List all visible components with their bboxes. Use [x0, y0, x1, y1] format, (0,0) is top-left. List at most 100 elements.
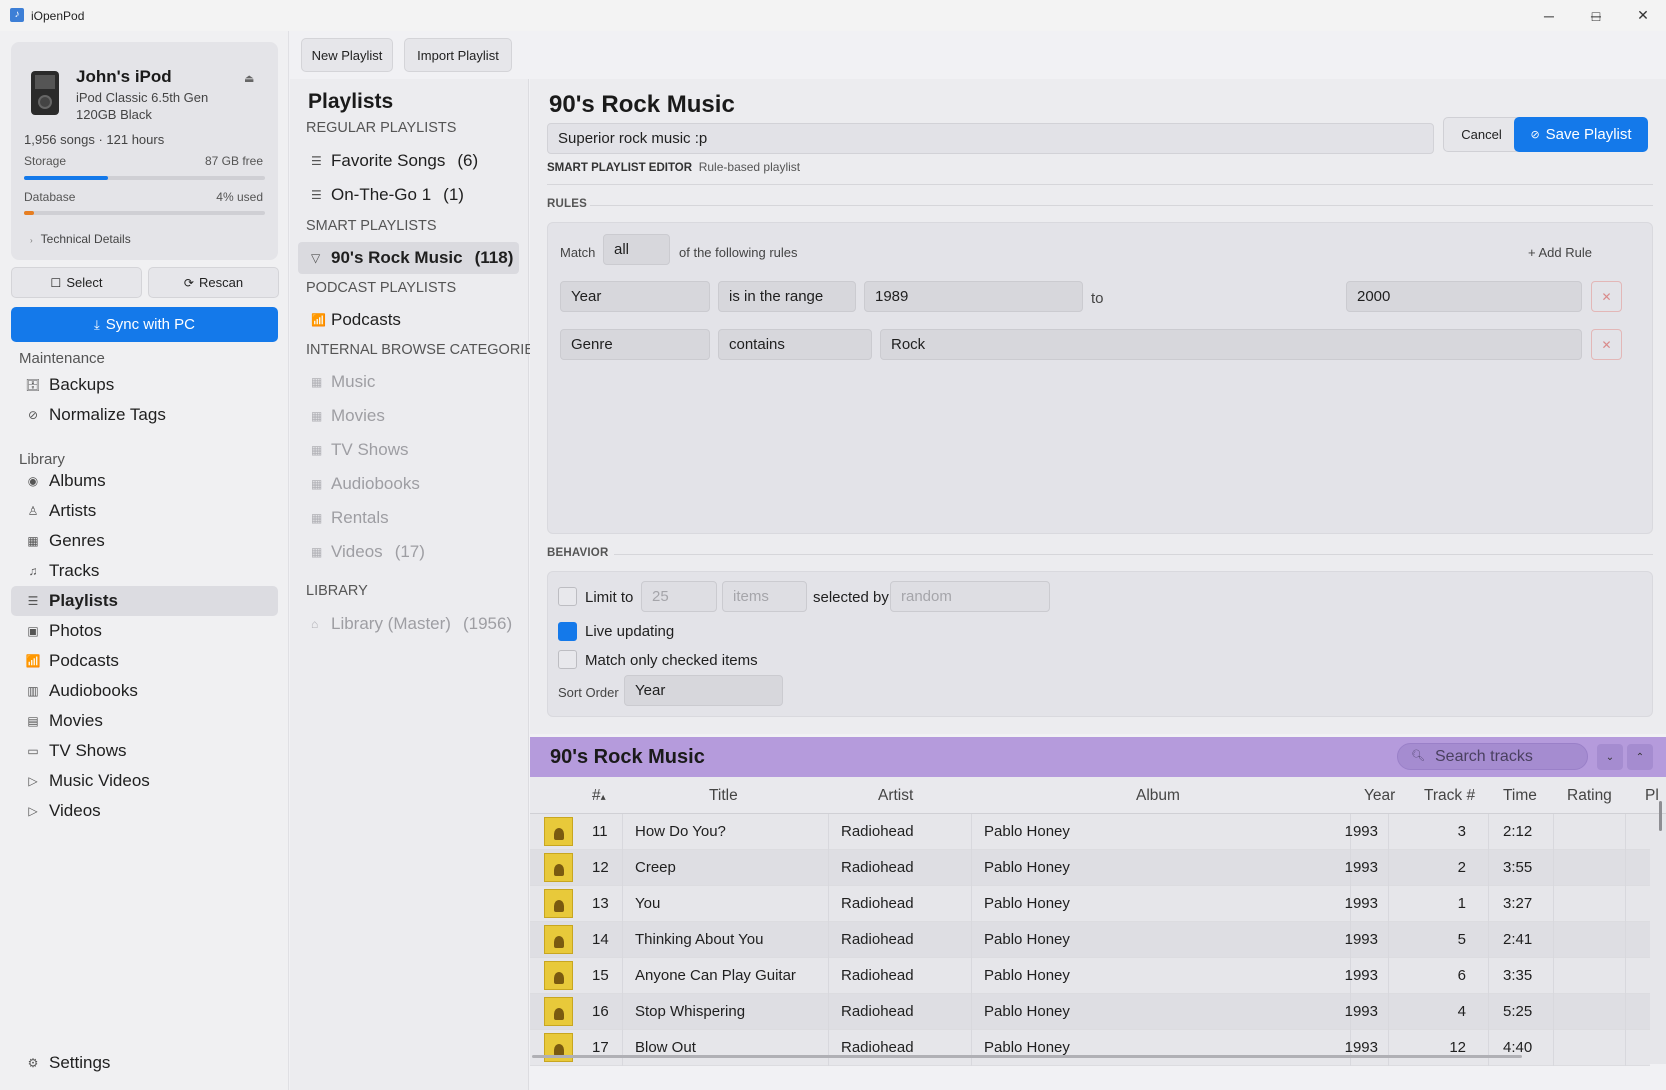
cell-title: Stop Whispering	[635, 1003, 746, 1020]
cell-num: 16	[592, 1003, 609, 1020]
playlist-item-rentals[interactable]: ▦ Rentals	[298, 502, 519, 534]
sort-order-select[interactable]: Year	[624, 675, 783, 706]
chevron-up-icon[interactable]: ⌃	[1627, 744, 1653, 770]
sync-button[interactable]: ⤓ Sync with PC	[11, 307, 278, 342]
sidebar-item-movies[interactable]: ▤ Movies	[11, 706, 278, 736]
description-input[interactable]: Superior rock music :p	[547, 123, 1434, 154]
sidebar-item-label: Audiobooks	[49, 681, 138, 700]
grid-icon: ▦	[311, 477, 323, 491]
col-album[interactable]: Album	[1136, 787, 1180, 805]
import-playlist-button[interactable]: Import Playlist	[404, 38, 512, 72]
sidebar-item-tv-shows[interactable]: ▭ TV Shows	[11, 736, 278, 766]
podcast-icon: 📶	[311, 313, 326, 327]
table-row[interactable]: 17 Blow Out Radiohead Pablo Honey 1993 12 4:40	[530, 1030, 1650, 1066]
cell-time: 4:40	[1503, 1039, 1533, 1056]
sidebar-item-music-videos[interactable]: ▷ Music Videos	[11, 766, 278, 796]
technical-details-toggle[interactable]: › Technical Details	[30, 232, 131, 246]
limit-unit-select[interactable]: items	[722, 581, 807, 612]
cell-time: 3:35	[1503, 967, 1533, 984]
rule-value2-input[interactable]: 2000	[1346, 281, 1582, 312]
remove-rule-button[interactable]: ✕	[1591, 281, 1622, 312]
remove-rule-button[interactable]: ✕	[1591, 329, 1622, 360]
add-rule-button[interactable]: + Add Rule	[1528, 245, 1592, 260]
new-playlist-button[interactable]: New Playlist	[301, 38, 393, 72]
col-year[interactable]: Year	[1364, 787, 1395, 805]
playlist-item-favorite-songs[interactable]: ☰ Favorite Songs (6)	[298, 145, 519, 177]
sidebar-item-albums[interactable]: ◉ Albums	[11, 466, 278, 496]
sidebar-item-tracks[interactable]: ♫ Tracks	[11, 556, 278, 586]
select-button[interactable]: ☐ Select	[11, 267, 142, 298]
nav-item-normalize-tags[interactable]: ⊘ Normalize Tags	[11, 400, 278, 430]
save-playlist-button[interactable]: ⊘ Save Playlist	[1514, 117, 1648, 152]
sidebar-item-podcasts[interactable]: 📶 Podcasts	[11, 646, 278, 676]
regular-playlists-heading: REGULAR PLAYLISTS	[306, 120, 457, 136]
playlist-item-movies[interactable]: ▦ Movies	[298, 400, 519, 432]
live-updating-checkbox[interactable]	[558, 622, 577, 641]
playlist-item-on-the-go-1[interactable]: ☰ On-The-Go 1 (1)	[298, 179, 519, 211]
checked-only-checkbox[interactable]	[558, 650, 577, 669]
table-row[interactable]: 14 Thinking About You Radiohead Pablo Honey…	[530, 922, 1650, 958]
cell-artist: Radiohead	[841, 1003, 914, 1020]
table-row[interactable]: 15 Anyone Can Play Guitar Radiohead Pablo H…	[530, 958, 1650, 994]
nav-item-backups[interactable]: 🗄 Backups	[11, 370, 278, 400]
playlist-label: Videos	[331, 542, 383, 561]
limit-checkbox[interactable]	[558, 587, 577, 606]
playlist-item-90-s-rock-music[interactable]: ▽ 90's Rock Music (118)	[298, 242, 519, 274]
rule-value-input[interactable]: 1989	[864, 281, 1083, 312]
playlist-item-music[interactable]: ▦ Music	[298, 366, 519, 398]
maximize-button[interactable]: □	[1573, 0, 1619, 31]
search-input[interactable]: 🔍︎ Search tracks	[1397, 743, 1588, 770]
album-art-thumbnail	[544, 853, 573, 882]
cell-year: 1993	[1344, 1003, 1378, 1020]
vertical-scrollbar[interactable]	[1659, 801, 1662, 831]
cancel-button[interactable]: Cancel	[1443, 117, 1520, 152]
eject-icon[interactable]: ⏏	[244, 72, 254, 85]
limit-count-input[interactable]: 25	[641, 581, 717, 612]
rescan-button[interactable]: ⟳ Rescan	[148, 267, 279, 298]
col-num[interactable]: #▴	[592, 787, 606, 805]
chevron-down-icon[interactable]: ⌄	[1597, 744, 1623, 770]
col-rating[interactable]: Rating	[1567, 787, 1612, 805]
select-label: Select	[66, 275, 103, 290]
playlist-item-library-master-[interactable]: ⌂ Library (Master) (1956)	[298, 608, 519, 640]
selected-by-select[interactable]: random	[890, 581, 1050, 612]
sidebar-item-playlists[interactable]: ☰ Playlists	[11, 586, 278, 616]
cell-time: 3:55	[1503, 859, 1533, 876]
cell-track: 6	[1457, 967, 1466, 984]
playlist-item-audiobooks[interactable]: ▦ Audiobooks	[298, 468, 519, 500]
cell-album: Pablo Honey	[984, 895, 1070, 912]
rule-value-input[interactable]: Rock	[880, 329, 1582, 360]
device-name: John's iPod	[76, 67, 172, 86]
playlist-label: Audiobooks	[331, 474, 420, 493]
rule-operator-select[interactable]: contains	[718, 329, 872, 360]
match-select[interactable]: all	[603, 234, 670, 265]
table-row[interactable]: 16 Stop Whispering Radiohead Pablo Honey 199…	[530, 994, 1650, 1030]
sidebar-item-artists[interactable]: ♙ Artists	[11, 496, 278, 526]
sidebar-item-photos[interactable]: ▣ Photos	[11, 616, 278, 646]
sidebar-item-audiobooks[interactable]: ▥ Audiobooks	[11, 676, 278, 706]
sidebar-item-genres[interactable]: ▦ Genres	[11, 526, 278, 556]
horizontal-scrollbar[interactable]	[532, 1055, 1522, 1058]
col-title[interactable]: Title	[709, 787, 738, 805]
playlist-item-videos[interactable]: ▦ Videos (17)	[298, 536, 519, 568]
table-row[interactable]: 11 How Do You? Radiohead Pablo Honey 1993 3 2:…	[530, 814, 1650, 850]
playlist-item-tv-shows[interactable]: ▦ TV Shows	[298, 434, 519, 466]
table-row[interactable]: 13 You Radiohead Pablo Honey 1993 1 3:27	[530, 886, 1650, 922]
cell-num: 12	[592, 859, 609, 876]
col-track-number[interactable]: Track #	[1424, 787, 1475, 805]
playlist-item-podcasts[interactable]: 📶 Podcasts	[298, 304, 519, 336]
col-artist[interactable]: Artist	[878, 787, 913, 805]
table-row[interactable]: 12 Creep Radiohead Pablo Honey 1993 2 3:55	[530, 850, 1650, 886]
library-section-heading: LIBRARY	[306, 583, 368, 599]
storage-bar	[24, 176, 265, 180]
rule-field-select[interactable]: Genre	[560, 329, 710, 360]
close-button[interactable]: ✕	[1620, 0, 1666, 31]
settings-button[interactable]: ⚙ Settings	[11, 1048, 278, 1078]
minimize-button-icon[interactable]: ─	[1526, 0, 1572, 31]
col-plays[interactable]: Pl	[1645, 787, 1659, 805]
col-time[interactable]: Time	[1503, 787, 1537, 805]
rule-operator-select[interactable]: is in the range	[718, 281, 856, 312]
sidebar-item-videos[interactable]: ▷ Videos	[11, 796, 278, 826]
rule-field-select[interactable]: Year	[560, 281, 710, 312]
cell-title: You	[635, 895, 661, 912]
